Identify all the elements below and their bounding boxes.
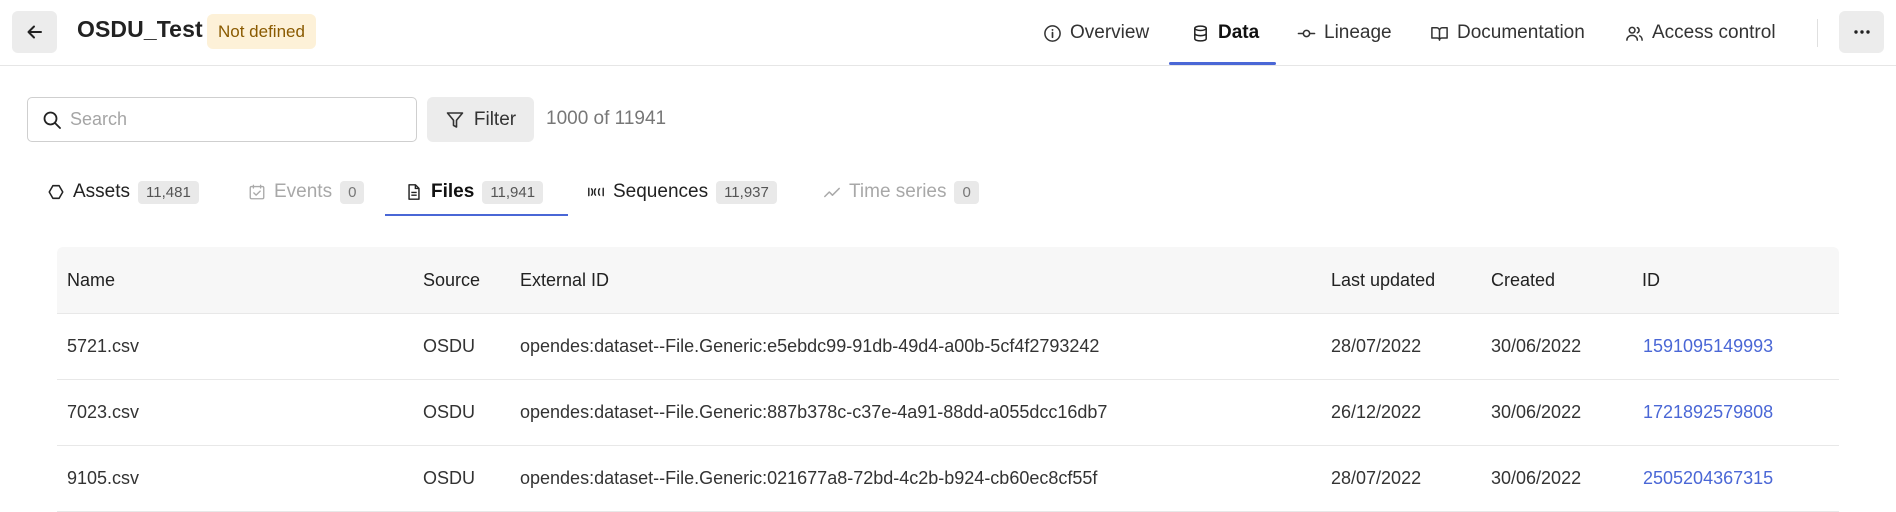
cell-external-id: opendes:dataset--File.Generic:021677a8-7… — [520, 468, 1098, 488]
files-table: Name Source External ID Last updated Cre… — [57, 247, 1839, 512]
event-icon — [249, 184, 265, 200]
column-header-created[interactable]: Created — [1491, 270, 1555, 291]
subtab-files[interactable]: Files 11,941 — [405, 168, 544, 216]
cell-last-updated: 28/07/2022 — [1331, 468, 1422, 488]
search-icon — [43, 111, 61, 129]
cell-name: 9105.csv — [67, 468, 140, 488]
back-button[interactable] — [12, 11, 57, 53]
tab-lineage[interactable]: Lineage — [1297, 0, 1392, 66]
page-title: OSDU_Test — [77, 16, 203, 42]
cell-source: OSDU — [423, 468, 476, 488]
more-horizontal-icon — [1853, 30, 1870, 34]
database-icon — [1194, 24, 1207, 42]
subtab-time-series-count: 0 — [954, 180, 979, 204]
cell-external-id: opendes:dataset--File.Generic:e5ebdc99-9… — [520, 336, 1100, 356]
subtab-files-label: Files — [431, 181, 475, 202]
subtab-events-count: 0 — [340, 180, 365, 204]
tab-access-control-label: Access control — [1652, 22, 1776, 43]
active-tab-indicator — [1169, 62, 1276, 65]
arrow-left-icon — [27, 25, 42, 39]
subtab-time-series: Time series 0 — [823, 168, 979, 216]
more-options-button[interactable] — [1839, 11, 1884, 53]
cell-source: OSDU — [423, 402, 476, 422]
tab-data[interactable]: Data — [1191, 0, 1259, 66]
asset-icon — [48, 184, 64, 200]
cell-last-updated: 28/07/2022 — [1331, 336, 1422, 356]
filter-label: Filter — [473, 108, 517, 130]
filter-icon — [446, 111, 464, 128]
cell-created: 30/06/2022 — [1491, 336, 1582, 356]
tab-overview[interactable]: Overview — [1043, 0, 1149, 66]
subtab-sequences-count: 11,937 — [716, 180, 777, 204]
subtab-sequences-label: Sequences — [613, 181, 709, 202]
tab-data-label: Data — [1218, 22, 1260, 43]
cell-external-id: opendes:dataset--File.Generic:887b378c-c… — [520, 402, 1108, 422]
filter-button[interactable]: Filter — [427, 97, 534, 142]
cell-source: OSDU — [423, 336, 476, 356]
subtab-sequences[interactable]: Sequences 11,937 — [587, 168, 777, 216]
cell-last-updated: 26/12/2022 — [1331, 402, 1422, 422]
subtab-assets-label: Assets — [73, 181, 131, 202]
table-row[interactable]: 7023.csv OSDU opendes:dataset--File.Gene… — [57, 380, 1839, 446]
cell-id-link[interactable]: 1721892579808 — [1643, 402, 1773, 423]
lineage-icon — [1297, 29, 1316, 37]
tab-documentation-label: Documentation — [1457, 22, 1585, 43]
cell-created: 30/06/2022 — [1491, 468, 1582, 488]
column-header-name[interactable]: Name — [67, 270, 115, 291]
users-icon — [1626, 26, 1643, 41]
subtab-time-series-label: Time series — [849, 181, 947, 202]
cell-name: 7023.csv — [67, 402, 140, 422]
subtab-assets-count: 11,481 — [138, 180, 199, 204]
status-badge: Not defined — [207, 14, 316, 49]
top-bar: OSDU_Test Not defined Overview Data Line… — [0, 0, 1896, 66]
table-row[interactable]: 9105.csv OSDU opendes:dataset--File.Gene… — [57, 446, 1839, 512]
active-subtab-indicator — [385, 214, 568, 216]
cell-name: 5721.csv — [67, 336, 140, 356]
subtab-assets[interactable]: Assets 11,481 — [47, 168, 199, 216]
search-box[interactable] — [27, 97, 417, 142]
book-icon — [1431, 26, 1448, 41]
tab-documentation[interactable]: Documentation — [1430, 0, 1585, 66]
subtab-events-label: Events — [274, 181, 333, 202]
subtab-events: Events 0 — [248, 168, 365, 216]
cell-id-link[interactable]: 2505204367315 — [1643, 468, 1773, 489]
header-divider — [1817, 19, 1818, 47]
subtab-files-count: 11,941 — [482, 180, 544, 204]
cell-created: 30/06/2022 — [1491, 402, 1582, 422]
info-icon — [1044, 24, 1061, 42]
column-header-external-id[interactable]: External ID — [520, 270, 609, 291]
table-header: Name Source External ID Last updated Cre… — [57, 247, 1839, 314]
sequence-icon — [588, 187, 604, 197]
timeseries-icon — [824, 187, 840, 198]
result-count: 1000 of 11941 — [546, 108, 667, 129]
tab-access-control[interactable]: Access control — [1625, 0, 1776, 66]
search-input[interactable] — [70, 109, 400, 130]
file-icon — [408, 184, 420, 200]
column-header-source[interactable]: Source — [423, 270, 480, 291]
cell-id-link[interactable]: 1591095149993 — [1643, 336, 1773, 357]
tab-overview-label: Overview — [1070, 22, 1150, 43]
tab-lineage-label: Lineage — [1324, 22, 1392, 43]
column-header-id[interactable]: ID — [1642, 270, 1660, 291]
column-header-last-updated[interactable]: Last updated — [1331, 270, 1435, 291]
table-row[interactable]: 5721.csv OSDU opendes:dataset--File.Gene… — [57, 314, 1839, 380]
